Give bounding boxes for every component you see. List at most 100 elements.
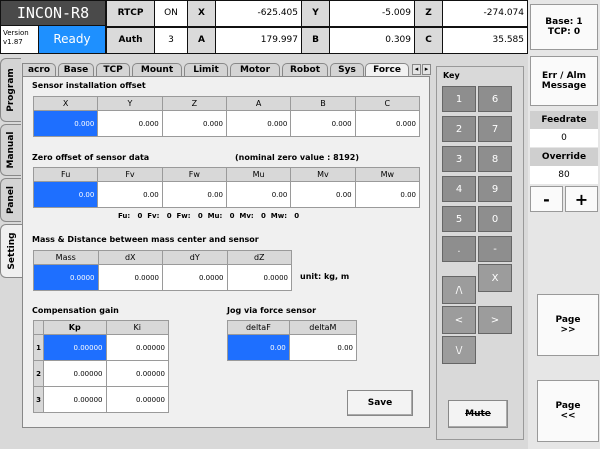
coord-c-value: 35.585 bbox=[443, 28, 527, 53]
page-prev-button[interactable]: Page << bbox=[537, 380, 599, 442]
key-left-arrow-icon[interactable]: < bbox=[442, 306, 476, 334]
compensation-gain-title: Compensation gain bbox=[32, 306, 119, 315]
key-5[interactable]: 5 bbox=[442, 206, 476, 232]
dy-header: dY bbox=[162, 250, 228, 265]
key-up-arrow-icon[interactable]: /\ bbox=[442, 276, 476, 304]
ki-row-2-field[interactable]: 0.00000 bbox=[105, 360, 169, 387]
zero-offset-fu-field[interactable]: 0.00 bbox=[32, 181, 99, 208]
coord-a-value: 179.997 bbox=[216, 28, 301, 53]
mute-button[interactable]: Mute bbox=[448, 400, 508, 428]
tab-tcp[interactable]: TCP bbox=[96, 63, 130, 76]
kp-row-3-field[interactable]: 0.00000 bbox=[43, 386, 107, 413]
key-9[interactable]: 9 bbox=[478, 176, 512, 202]
version-value: v1.87 bbox=[3, 38, 23, 46]
tab-macro[interactable]: acro bbox=[22, 63, 56, 76]
tab-mount[interactable]: Mount bbox=[132, 63, 182, 76]
key-0[interactable]: 0 bbox=[478, 206, 512, 232]
zero-offset-header-mw: Mw bbox=[354, 167, 421, 182]
coord-a-label: A bbox=[188, 28, 215, 53]
zero-offset-mu-field[interactable]: 0.00 bbox=[225, 181, 292, 208]
feedrate-value: 0 bbox=[530, 129, 598, 147]
kp-header: Kp bbox=[43, 320, 107, 335]
tab-robot[interactable]: Robot bbox=[282, 63, 328, 76]
key-clear[interactable]: X bbox=[478, 264, 512, 292]
mass-field[interactable]: 0.0000 bbox=[33, 264, 99, 291]
jog-force-table: deltaF deltaM 0.00 0.00 bbox=[227, 320, 358, 361]
sensor-offset-y-field[interactable]: 0.000 bbox=[97, 110, 163, 137]
key-down-arrow-icon[interactable]: \/ bbox=[442, 336, 476, 364]
comp-gain-row-3-index: 3 bbox=[33, 386, 44, 413]
key-1[interactable]: 1 bbox=[442, 86, 476, 112]
key-4[interactable]: 4 bbox=[442, 176, 476, 202]
coord-z-label: Z bbox=[415, 1, 442, 26]
key-3[interactable]: 3 bbox=[442, 146, 476, 172]
sensor-offset-z-field[interactable]: 0.000 bbox=[161, 110, 227, 137]
zero-offset-fw-field[interactable]: 0.00 bbox=[161, 181, 227, 208]
tab-scroll-left-icon[interactable]: ◂ bbox=[412, 64, 421, 75]
ki-row-1-field[interactable]: 0.00000 bbox=[105, 334, 169, 361]
zero-offset-table: Fu Fv Fw Mu Mv Mw 0.00 0.00 0.00 0.00 0.… bbox=[32, 167, 421, 208]
error-alarm-message-button[interactable]: Err / Alm Message bbox=[530, 56, 598, 106]
version-box: Version v1.87 bbox=[1, 26, 38, 53]
page-next-button[interactable]: Page >> bbox=[537, 294, 599, 356]
save-button[interactable]: Save bbox=[347, 390, 413, 416]
zero-offset-mw-field[interactable]: 0.00 bbox=[354, 181, 421, 208]
mass-header: Mass bbox=[33, 250, 99, 265]
delta-m-field[interactable]: 0.00 bbox=[288, 334, 358, 361]
tab-limit[interactable]: Limit bbox=[184, 63, 228, 76]
dx-field[interactable]: 0.0000 bbox=[97, 264, 163, 291]
side-tab-panel[interactable]: Panel bbox=[0, 178, 21, 222]
tab-base[interactable]: Base bbox=[58, 63, 94, 76]
comp-gain-row-2-index: 2 bbox=[33, 360, 44, 387]
app-logo: INCON-R8 bbox=[1, 1, 105, 25]
mass-distance-title: Mass & Distance between mass center and … bbox=[32, 235, 259, 244]
sensor-offset-header-y: Y bbox=[97, 96, 163, 111]
zero-offset-header-fv: Fv bbox=[97, 167, 163, 182]
side-tab-manual[interactable]: Manual bbox=[0, 124, 21, 176]
jog-force-title: Jog via force sensor bbox=[227, 306, 317, 315]
side-tab-setting[interactable]: Setting bbox=[0, 224, 23, 278]
key-7[interactable]: 7 bbox=[478, 116, 512, 142]
ki-row-3-field[interactable]: 0.00000 bbox=[105, 386, 169, 413]
base-tcp-button[interactable]: Base: 1 TCP: 0 bbox=[530, 4, 598, 50]
delta-m-header: deltaM bbox=[288, 320, 358, 335]
key-8[interactable]: 8 bbox=[478, 146, 512, 172]
key-dot[interactable]: . bbox=[442, 236, 476, 262]
key-6[interactable]: 6 bbox=[478, 86, 512, 112]
coord-b-value: 0.309 bbox=[330, 28, 414, 53]
sensor-offset-header-a: A bbox=[225, 96, 292, 111]
sensor-offset-c-field[interactable]: 0.000 bbox=[354, 110, 421, 137]
key-minus[interactable]: - bbox=[478, 236, 512, 262]
delta-f-field[interactable]: 0.00 bbox=[227, 334, 290, 361]
side-tab-program[interactable]: Program bbox=[0, 58, 21, 122]
sensor-offset-title: Sensor installation offset bbox=[32, 81, 146, 90]
sensor-offset-b-field[interactable]: 0.000 bbox=[290, 110, 356, 137]
key-2[interactable]: 2 bbox=[442, 116, 476, 142]
coord-y-value: -5.009 bbox=[330, 1, 414, 26]
mass-distance-table: Mass dX dY dZ 0.0000 0.0000 0.0000 0.000… bbox=[33, 250, 292, 291]
mass-unit-label: unit: kg, m bbox=[300, 272, 350, 281]
tab-motor[interactable]: Motor bbox=[230, 63, 280, 76]
zero-offset-header-mv: Mv bbox=[290, 167, 356, 182]
sensor-offset-x-field[interactable]: 0.000 bbox=[32, 110, 99, 137]
sensor-offset-a-field[interactable]: 0.000 bbox=[225, 110, 292, 137]
key-right-arrow-icon[interactable]: > bbox=[478, 306, 512, 334]
kp-row-1-field[interactable]: 0.00000 bbox=[43, 334, 107, 361]
zero-offset-mv-field[interactable]: 0.00 bbox=[290, 181, 356, 208]
dy-field[interactable]: 0.0000 bbox=[162, 264, 228, 291]
override-minus-button[interactable]: - bbox=[530, 186, 563, 212]
coord-x-label: X bbox=[188, 1, 215, 26]
kp-row-2-field[interactable]: 0.00000 bbox=[43, 360, 107, 387]
dz-field[interactable]: 0.0000 bbox=[226, 264, 292, 291]
override-plus-button[interactable]: + bbox=[565, 186, 598, 212]
zero-offset-fv-field[interactable]: 0.00 bbox=[97, 181, 163, 208]
keypad-title: Key bbox=[443, 71, 460, 80]
delta-f-header: deltaF bbox=[227, 320, 290, 335]
side-tab-panel-label: Panel bbox=[6, 185, 16, 215]
dx-header: dX bbox=[97, 250, 163, 265]
coord-b-label: B bbox=[302, 28, 329, 53]
tab-sys[interactable]: Sys bbox=[330, 63, 364, 76]
tab-force[interactable]: Force bbox=[365, 63, 409, 77]
tab-scroll-right-icon[interactable]: ▸ bbox=[422, 64, 431, 75]
ki-header: Ki bbox=[105, 320, 169, 335]
